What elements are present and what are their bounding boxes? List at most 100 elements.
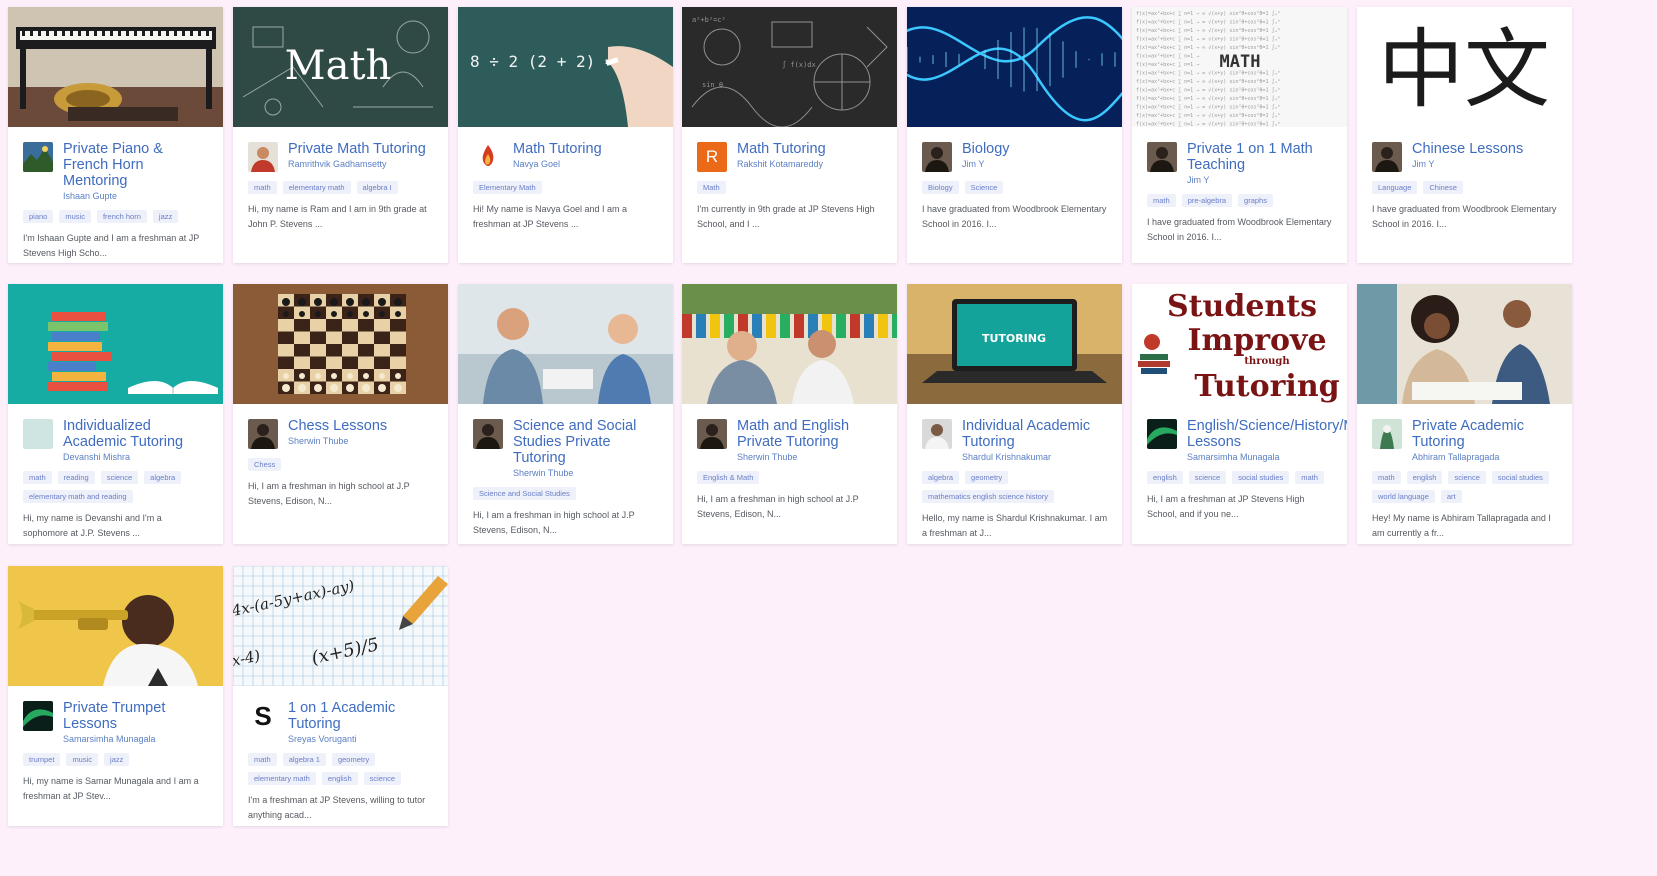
listing-title[interactable]: Biology (962, 141, 1108, 157)
subject-tag[interactable]: algebra I (356, 181, 398, 194)
subject-tag[interactable]: algebra 1 (282, 753, 326, 766)
subject-tag[interactable]: math (248, 753, 277, 766)
subject-tag[interactable]: reading (57, 471, 95, 484)
listing-title[interactable]: Private Math Tutoring (288, 141, 434, 157)
tutor-name[interactable]: Navya Goel (513, 158, 659, 170)
students-studying-icon[interactable] (1357, 284, 1572, 404)
tutor-name[interactable]: Ramrithvik Gadhamsetty (288, 158, 434, 170)
subject-tag[interactable]: Chess (248, 458, 282, 471)
tutoring-listing-card[interactable]: 8 ÷ 2 (2 + 2) = Math Tutoring Navya Goel E… (458, 7, 673, 263)
subject-tag[interactable]: elementary math and reading (23, 490, 133, 503)
tutoring-listing-card[interactable]: Chess Lessons Sherwin Thube Chess Hi, I am … (233, 284, 448, 544)
subject-tag[interactable]: piano (23, 210, 54, 223)
listing-title[interactable]: Individualized Academic Tutoring (63, 418, 209, 450)
subject-tag[interactable]: french horn (96, 210, 147, 223)
listing-title[interactable]: Chess Lessons (288, 418, 434, 434)
subject-tag[interactable]: algebra (144, 471, 182, 484)
listing-title[interactable]: Math Tutoring (513, 141, 659, 157)
subject-tag[interactable]: Chinese (1423, 181, 1463, 194)
chinese-characters-icon[interactable]: 中文 (1357, 7, 1572, 127)
tutoring-listing-card[interactable]: Science and Social Studies Private Tutor… (458, 284, 673, 544)
laptop-tutoring-icon[interactable]: TUTORING (907, 284, 1122, 404)
subject-tag[interactable]: world language (1372, 490, 1435, 503)
tutor-name[interactable]: Jim Y (1412, 158, 1558, 170)
tutor-name[interactable]: Devanshi Mishra (63, 451, 209, 463)
subject-tag[interactable]: math (1295, 471, 1324, 484)
subject-tag[interactable]: Science (964, 181, 1004, 194)
subject-tag[interactable]: English & Math (697, 471, 760, 484)
tutoring-listing-card[interactable]: 4x-(a-5y+ax)-ay) (x+5)/5 x-4) S 1 on 1 Ac… (233, 566, 448, 826)
listing-title[interactable]: Private Academic Tutoring (1412, 418, 1558, 450)
classroom-photo-icon[interactable] (682, 284, 897, 404)
subject-tag[interactable]: jazz (152, 210, 179, 223)
tutoring-listing-card[interactable]: Private Piano & French Horn Mentoring Ish… (8, 7, 223, 263)
subject-tag[interactable]: social studies (1491, 471, 1549, 484)
subject-tag[interactable]: pre-algebra (1181, 194, 1233, 207)
subject-tag[interactable]: music (66, 753, 99, 766)
subject-tag[interactable]: elementary math (248, 772, 316, 785)
tutor-name[interactable]: Samarsimha Munagala (1187, 451, 1333, 463)
tutor-name[interactable]: Ishaan Gupte (63, 190, 209, 202)
piano-icon[interactable] (8, 7, 223, 127)
subject-tag[interactable]: science (1448, 471, 1486, 484)
tutor-name[interactable]: Samarsimha Munagala (63, 733, 209, 745)
subject-tag[interactable]: geometry (331, 753, 376, 766)
tutoring-listing-card[interactable]: Biology Jim Y Biology Science I have graduat… (907, 7, 1122, 263)
chalkboard-equation-icon[interactable]: 8 ÷ 2 (2 + 2) = (458, 7, 673, 127)
tutoring-listing-card[interactable]: Students Improve through Tutoring Englis… (1132, 284, 1347, 544)
subject-tag[interactable]: Science and Social Studies (473, 487, 576, 500)
listing-title[interactable]: 1 on 1 Academic Tutoring (288, 700, 434, 732)
books-icon[interactable] (8, 284, 223, 404)
chessboard-icon[interactable] (233, 284, 448, 404)
tutor-name[interactable]: Jim Y (962, 158, 1108, 170)
subject-tag[interactable]: science (100, 471, 139, 484)
subject-tag[interactable]: science (1188, 471, 1227, 484)
subject-tag[interactable]: math (248, 181, 277, 194)
listing-title[interactable]: Chinese Lessons (1412, 141, 1558, 157)
subject-tag[interactable]: jazz (104, 753, 130, 766)
tutoring-listing-card[interactable]: Private Trumpet Lessons Samarsimha Munaga… (8, 566, 223, 826)
tutor-name[interactable]: Abhiram Tallapragada (1412, 451, 1558, 463)
tutoring-photo-icon[interactable] (458, 284, 673, 404)
tutor-name[interactable]: Sreyas Voruganti (288, 733, 434, 745)
subject-tag[interactable]: graphs (1238, 194, 1273, 207)
subject-tag[interactable]: math (1372, 471, 1401, 484)
subject-tag[interactable]: elementary math (282, 181, 351, 194)
tutor-name[interactable]: Sherwin Thube (288, 435, 434, 447)
subject-tag[interactable]: Biology (922, 181, 959, 194)
subject-tag[interactable]: art (1440, 490, 1462, 503)
listing-title[interactable]: Individual Academic Tutoring (962, 418, 1108, 450)
tutor-name[interactable]: Sherwin Thube (513, 467, 659, 479)
tutor-name[interactable]: Rakshit Kotamareddy (737, 158, 883, 170)
subject-tag[interactable]: Elementary Math (473, 181, 542, 194)
students-improve-icon[interactable]: Students Improve through Tutoring (1132, 284, 1347, 404)
math-formulas-icon[interactable]: f(x)=ax²+bx+c ∑ n=1 → ∞ √(x+y) sin²θ+cos… (1132, 7, 1347, 127)
tutor-name[interactable]: Jim Y (1187, 174, 1333, 186)
trumpet-player-icon[interactable] (8, 566, 223, 686)
subject-tag[interactable]: math (1147, 194, 1176, 207)
graph-paper-math-icon[interactable]: 4x-(a-5y+ax)-ay) (x+5)/5 x-4) (233, 566, 448, 686)
tutoring-listing-card[interactable]: f(x)=ax²+bx+c ∑ n=1 → ∞ √(x+y) sin²θ+cos… (1132, 7, 1347, 263)
listing-title[interactable]: Math Tutoring (737, 141, 883, 157)
tutoring-listing-card[interactable]: Individualized Academic Tutoring Devanshi… (8, 284, 223, 544)
listing-title[interactable]: English/Science/History/Math Lessons (1187, 418, 1347, 450)
tutor-name[interactable]: Shardul Krishnakumar (962, 451, 1108, 463)
subject-tag[interactable]: mathematics english science history (922, 490, 1055, 503)
subject-tag[interactable]: music (59, 210, 91, 223)
tutoring-listing-card[interactable]: Math and English Private Tutoring Sherwin… (682, 284, 897, 544)
subject-tag[interactable]: Math (697, 181, 726, 194)
math-doodle-icon[interactable]: a²+b²=c² ∫ f(x)dx sin θ (682, 7, 897, 127)
subject-tag[interactable]: english (1147, 471, 1183, 484)
subject-tag[interactable]: social studies (1232, 471, 1290, 484)
listing-title[interactable]: Private 1 on 1 Math Teaching (1187, 141, 1333, 173)
tutoring-listing-card[interactable]: a²+b²=c² ∫ f(x)dx sin θ R Math Tutoring Raks… (682, 7, 897, 263)
listing-title[interactable]: Private Piano & French Horn Mentoring (63, 141, 209, 189)
subject-tag[interactable]: trumpet (23, 753, 61, 766)
tutoring-listing-card[interactable]: Math Private Math Tutoring Ramrithvik Gadh… (233, 7, 448, 263)
subject-tag[interactable]: math (23, 471, 52, 484)
chalkboard-math-icon[interactable]: Math (233, 7, 448, 127)
dna-icon[interactable] (907, 7, 1122, 127)
subject-tag[interactable]: algebra (922, 471, 960, 484)
listing-title[interactable]: Science and Social Studies Private Tutor… (513, 418, 659, 466)
tutoring-listing-card[interactable]: TUTORING Individual Academic Tutoring Sha… (907, 284, 1122, 544)
